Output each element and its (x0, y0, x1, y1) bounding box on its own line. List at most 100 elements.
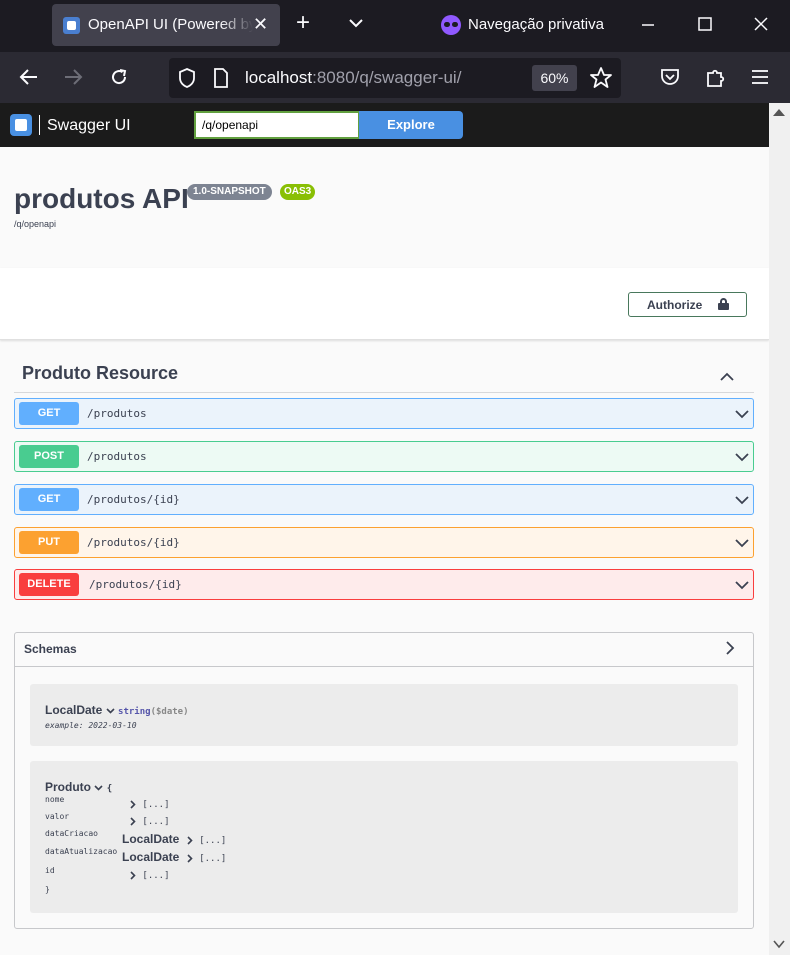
model-produto[interactable]: Produto { nome [...] valor [...] dataCri… (30, 761, 738, 913)
swagger-brand: Swagger UI (47, 117, 131, 134)
method-badge: DELETE (19, 573, 79, 596)
chevron-right-icon[interactable] (185, 836, 194, 845)
url-path: :8080/q/swagger-ui/ (312, 68, 462, 87)
chevron-down-icon[interactable] (94, 783, 103, 792)
explore-button[interactable]: Explore (359, 111, 463, 139)
minimize-window-icon[interactable] (641, 18, 655, 32)
method-badge: GET (19, 488, 79, 511)
model-name[interactable]: LocalDate string($date) (45, 703, 189, 717)
model-name-label: Produto (45, 780, 91, 794)
collapsed-value[interactable]: [...] (142, 871, 169, 881)
property-name: nome (45, 795, 65, 804)
operation-delete-produto[interactable]: DELETE /produtos/{id} (14, 569, 754, 600)
schemas-header[interactable]: Schemas (15, 633, 753, 667)
page-scrollbar[interactable] (769, 103, 790, 955)
property-value[interactable]: [...] (128, 871, 170, 881)
scroll-down-chevron-icon[interactable] (773, 939, 785, 949)
operation-get-produto-by-id[interactable]: GET /produtos/{id} (14, 484, 754, 515)
quarkus-favicon-icon (63, 17, 80, 34)
operation-path: /produtos/{id} (87, 493, 180, 506)
url-host: localhost (245, 68, 313, 87)
chevron-down-icon[interactable] (735, 578, 749, 592)
property-value[interactable]: LocalDate [...] (122, 850, 226, 864)
url-text[interactable]: localhost:8080/q/swagger-ui/ (245, 68, 461, 88)
pocket-icon[interactable] (660, 68, 680, 86)
open-brace: { (106, 784, 113, 794)
collapsed-value[interactable]: [...] (199, 854, 226, 864)
close-window-icon[interactable] (754, 17, 768, 31)
property-name: id (45, 866, 55, 875)
property-name: dataCriacao (45, 829, 98, 838)
ref-model-name[interactable]: LocalDate (122, 832, 179, 846)
schemas-title: Schemas (24, 642, 77, 656)
chevron-down-icon[interactable] (735, 536, 749, 550)
maximize-window-icon[interactable] (698, 17, 712, 31)
scheme-container: Authorize (0, 268, 769, 340)
topbar-divider (39, 115, 40, 135)
authorize-button[interactable]: Authorize (628, 292, 747, 317)
bookmark-star-icon[interactable] (590, 67, 612, 89)
property-value[interactable]: [...] (128, 817, 170, 827)
api-info: produtos API 1.0-SNAPSHOT OAS3 /q/openap… (0, 147, 769, 268)
lock-icon (718, 298, 729, 310)
hamburger-menu-icon[interactable] (751, 69, 769, 85)
scroll-up-arrow-icon[interactable] (773, 109, 785, 116)
collapsed-value[interactable]: [...] (142, 817, 169, 827)
private-browsing-label: Navegação privativa (468, 16, 604, 33)
spec-link[interactable]: /q/openapi (14, 219, 56, 229)
list-all-tabs-chevron-icon[interactable] (348, 17, 364, 29)
chevron-down-icon[interactable] (735, 493, 749, 507)
tag-header[interactable]: Produto Resource (14, 358, 754, 393)
method-badge: PUT (19, 531, 79, 554)
ref-model-name[interactable]: LocalDate (122, 850, 179, 864)
tag-name: Produto Resource (22, 363, 179, 383)
operation-get-produtos[interactable]: GET /produtos (14, 398, 754, 429)
property-value[interactable]: LocalDate [...] (122, 832, 226, 846)
model-name[interactable]: Produto { (45, 780, 112, 794)
method-badge: POST (19, 445, 79, 468)
method-badge: GET (19, 402, 79, 425)
chevron-right-icon[interactable] (128, 871, 137, 880)
model-format: ($date) (150, 707, 189, 717)
swagger-logo-icon (10, 114, 32, 136)
chevron-up-icon[interactable] (720, 370, 734, 384)
schemas-section: Schemas LocalDate string($date) example:… (14, 632, 754, 929)
property-value[interactable]: [...] (128, 800, 170, 810)
page-info-icon[interactable] (213, 68, 229, 88)
reload-icon[interactable] (109, 67, 129, 87)
chevron-right-icon[interactable] (185, 854, 194, 863)
operation-path: /produtos/{id} (87, 536, 180, 549)
api-title: produtos API (14, 183, 189, 214)
oas-badge: OAS3 (280, 184, 316, 200)
property-name: valor (45, 812, 70, 821)
shield-icon[interactable] (178, 68, 196, 88)
chevron-down-icon[interactable] (735, 407, 749, 421)
chevron-right-icon[interactable] (128, 817, 137, 826)
zoom-level-badge[interactable]: 60% (532, 65, 577, 91)
operation-path: /produtos (87, 407, 147, 420)
model-example: example: 2022-03-10 (45, 721, 137, 730)
extensions-puzzle-icon[interactable] (705, 66, 725, 88)
chevron-right-icon[interactable] (128, 800, 137, 809)
browser-tab-bar: OpenAPI UI (Powered by Quarkus) ✕ + Nave… (0, 0, 790, 52)
model-local-date[interactable]: LocalDate string($date) example: 2022-03… (30, 684, 738, 746)
url-bar[interactable]: localhost:8080/q/swagger-ui/ 60% (169, 58, 621, 98)
back-arrow-icon[interactable] (19, 68, 39, 86)
authorize-label: Authorize (647, 298, 703, 312)
property-name: dataAtualizacao (45, 847, 118, 856)
chevron-right-icon[interactable] (723, 641, 737, 655)
forward-arrow-icon[interactable] (63, 68, 83, 86)
browser-tab[interactable]: OpenAPI UI (Powered by Quarkus) ✕ (52, 4, 280, 46)
new-tab-icon[interactable]: + (296, 11, 310, 35)
collapsed-value[interactable]: [...] (199, 836, 226, 846)
chevron-down-icon[interactable] (735, 450, 749, 464)
close-brace: } (45, 885, 50, 894)
collapsed-value[interactable]: [...] (142, 800, 169, 810)
operation-path: /produtos/{id} (89, 578, 182, 591)
close-tab-icon[interactable]: ✕ (253, 14, 268, 35)
spec-url-input[interactable] (194, 111, 360, 139)
chevron-down-icon[interactable] (106, 706, 115, 715)
swagger-page: Swagger UI Explore produtos API 1.0-SNAP… (0, 103, 769, 955)
operation-post-produtos[interactable]: POST /produtos (14, 441, 754, 472)
operation-put-produto[interactable]: PUT /produtos/{id} (14, 527, 754, 558)
